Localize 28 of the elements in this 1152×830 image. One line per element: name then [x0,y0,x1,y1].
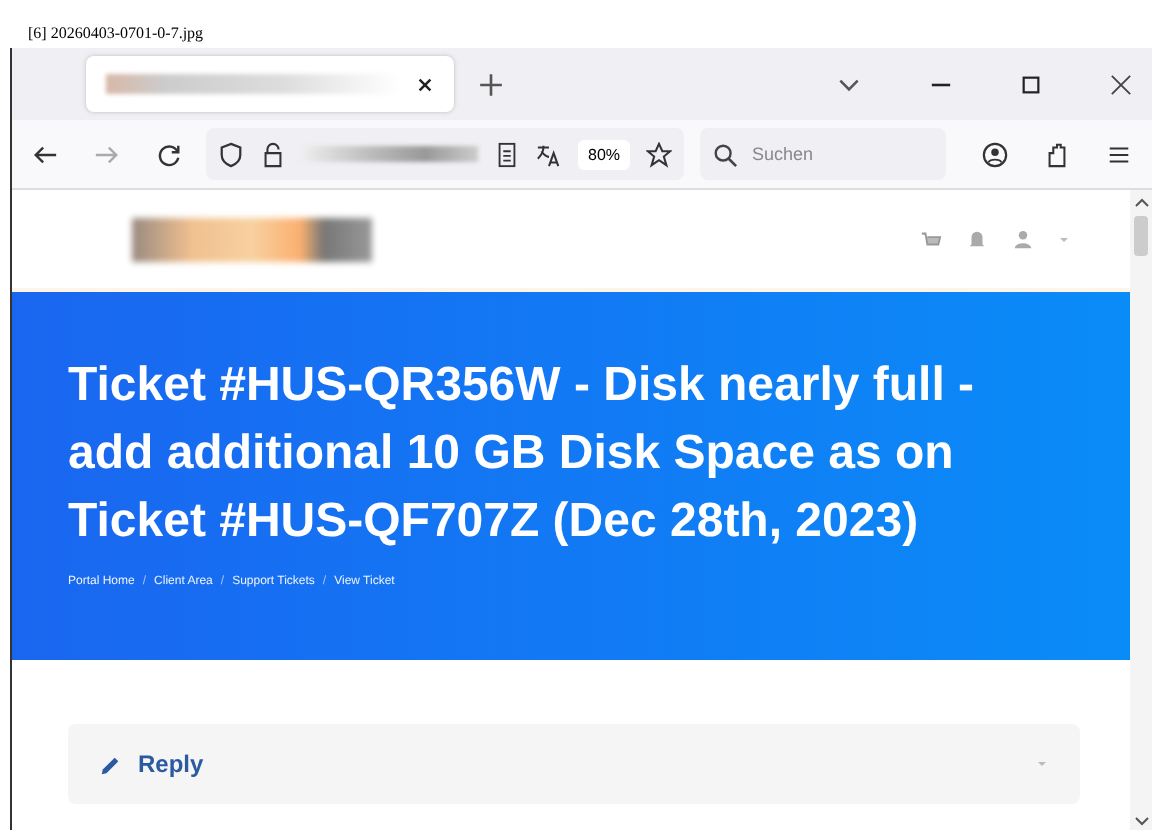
file-caption: [6] 20260403-0701-0-7.jpg [26,22,206,46]
search-field[interactable]: Suchen [700,128,946,180]
account-icon[interactable] [982,141,1008,167]
reload-icon[interactable] [156,141,182,167]
reply-panel[interactable]: Reply [68,724,1080,804]
ticket-title: Ticket #HUS-QR356W - Disk nearly full - add additional 10 GB Disk Space as on Ticket #HUS-QF707Z (Dec 28th, 2023) [68,356,977,552]
new-tab-icon[interactable] [478,71,504,97]
search-icon [712,141,739,167]
address-bar[interactable]: 80% [206,128,685,180]
reply-label: Reply [138,750,204,778]
menu-icon[interactable] [1106,141,1132,167]
reader-view-icon[interactable] [494,141,520,167]
lock-icon [260,141,286,167]
close-icon[interactable] [416,75,434,93]
cart-icon[interactable] [920,228,942,250]
zoom-level[interactable]: 80% [578,139,631,169]
caret-icon [1036,758,1048,770]
search-input[interactable]: Suchen [748,142,917,166]
back-icon[interactable] [32,141,58,167]
scroll-up-icon[interactable] [1133,196,1149,208]
close-icon[interactable] [1110,73,1132,95]
translate-icon[interactable] [536,141,562,167]
star-icon[interactable] [646,141,673,167]
pencil-icon [100,753,122,775]
maximize-icon[interactable] [1020,73,1042,95]
shield-icon [218,141,244,167]
scrollbar-thumb[interactable] [1134,216,1148,256]
scroll-down-icon[interactable] [1133,816,1149,828]
